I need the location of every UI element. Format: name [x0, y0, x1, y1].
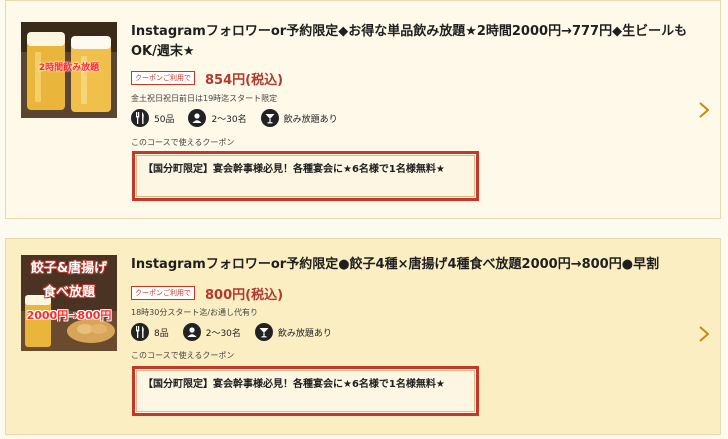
price-row: クーポンご利用で 800円(税込) — [131, 283, 283, 303]
people-range-value: 2～30名 — [205, 328, 241, 339]
people-range-value: 2～30名 — [211, 114, 247, 125]
coupon-caption: このコースで使えるクーポン — [131, 351, 235, 360]
thumbnail-caption: 2時間飲み放題 — [38, 63, 100, 73]
cocktail-icon — [254, 323, 273, 341]
dish-count-value: 8品 — [154, 328, 169, 339]
course-title[interactable]: Instagramフォロワーor予約限定●餃子4種×唐揚げ4種食べ放題2000円… — [131, 255, 696, 275]
course-thumbnail[interactable]: 2時間飲み放題 — [21, 22, 117, 118]
person-icon — [182, 323, 201, 341]
thumbnail-title: 餃子&唐揚げ — [30, 261, 108, 276]
coupon-text: 【国分町限定】宴会幹事様必見！各種宴会に★6名様で1名様無料★ — [143, 164, 445, 175]
course-price: 854円(税込) — [205, 72, 284, 88]
coupon-text: 【国分町限定】宴会幹事様必見！各種宴会に★6名様で1名様無料★ — [143, 379, 445, 390]
course-info-row: 50品 2～30名 飲み放題あり — [131, 109, 352, 127]
drink-option: 飲み放題あり — [254, 323, 332, 341]
coupon-caption: このコースで使えるクーポン — [131, 138, 235, 147]
coupon-badge: クーポンご利用で — [131, 71, 195, 85]
people-range: 2～30名 — [188, 109, 247, 127]
course-info-row: 8品 2～30名 飲み放題あり — [131, 323, 346, 341]
coupon-box[interactable]: 【国分町限定】宴会幹事様必見！各種宴会に★6名様で1名様無料★ — [132, 151, 479, 201]
fork-knife-icon — [131, 323, 149, 341]
course-thumbnail[interactable]: 餃子&唐揚げ 食べ放題 2000円→800円 — [21, 255, 117, 351]
course-note: 金土祝日祝日前日は19時迄スタート限定 — [131, 94, 278, 103]
cocktail-icon — [260, 109, 279, 127]
course-price: 800円(税込) — [205, 287, 284, 303]
thumbnail-price: 2000円→800円 — [26, 309, 112, 322]
dish-count: 8品 — [131, 323, 169, 341]
thumbnail-subtitle: 食べ放題 — [42, 285, 95, 300]
course-card[interactable]: 2時間飲み放題 Instagramフォロワーor予約限定◆お得な単品飲み放題★2… — [5, 0, 721, 219]
coupon-badge: クーポンご利用で — [131, 286, 195, 300]
course-card[interactable]: 餃子&唐揚げ 食べ放題 2000円→800円 Instagramフォロワーor予… — [5, 238, 721, 435]
fork-knife-icon — [131, 109, 149, 127]
price-row: クーポンご利用で 854円(税込) — [131, 68, 283, 88]
person-icon — [188, 109, 207, 127]
dish-count: 50品 — [131, 109, 174, 127]
dish-count-value: 50品 — [154, 114, 175, 125]
people-range: 2～30名 — [182, 323, 241, 341]
drink-option-value: 飲み放題あり — [283, 114, 338, 125]
chevron-right-icon[interactable] — [698, 325, 710, 343]
drink-option-value: 飲み放題あり — [277, 328, 332, 339]
drink-option: 飲み放題あり — [260, 109, 338, 127]
course-note: 18時30分スタート迄/お通し代有り — [131, 308, 259, 317]
course-title[interactable]: Instagramフォロワーor予約限定◆お得な単品飲み放題★2時間2000円→… — [131, 22, 696, 62]
chevron-right-icon[interactable] — [698, 101, 710, 119]
coupon-box[interactable]: 【国分町限定】宴会幹事様必見！各種宴会に★6名様で1名様無料★ — [132, 366, 479, 416]
